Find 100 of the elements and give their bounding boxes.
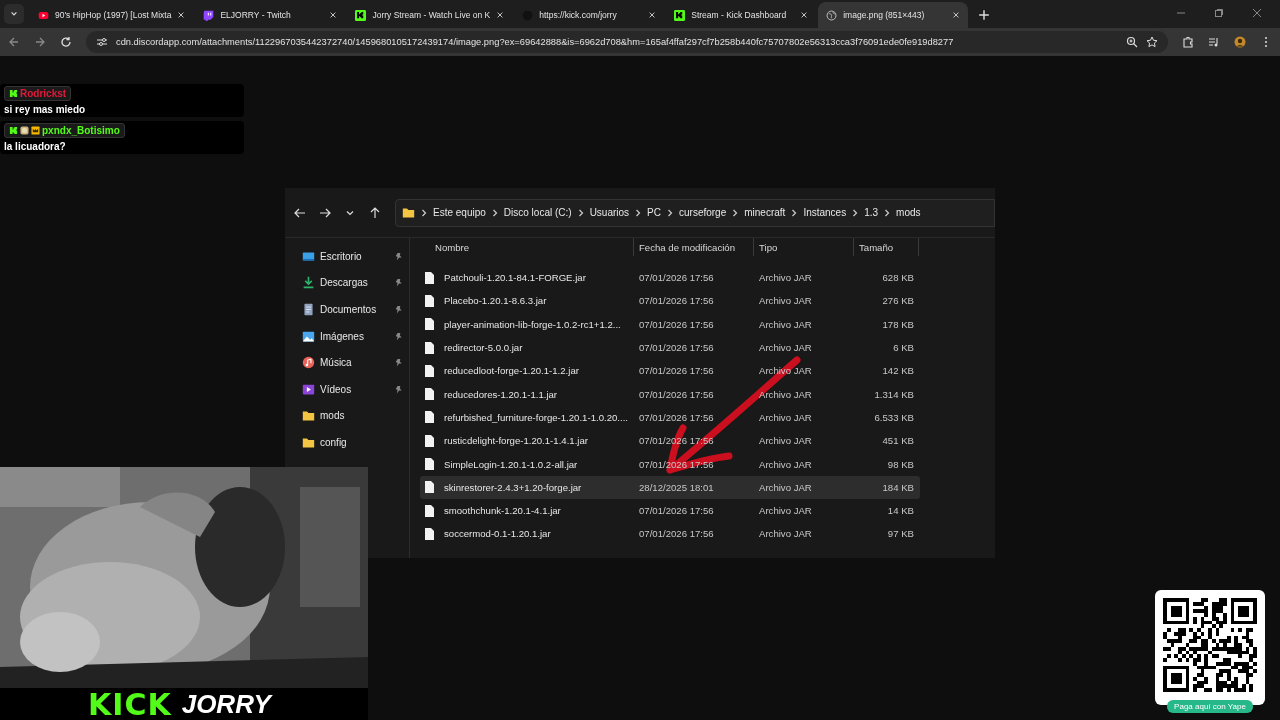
- table-cell-text: 07/01/2026 17:56: [638, 342, 715, 354]
- file-row[interactable]: Placebo-1.20.1-8.6.3.jar 07/01/2026 17:56 Archivo JAR 276 KB: [420, 289, 920, 313]
- table-cell-text: 184 KB: [881, 481, 915, 493]
- browser-tab[interactable]: Jorry Stream - Watch Live on K: [347, 2, 513, 28]
- sidebar-item[interactable]: Documentos: [285, 296, 409, 323]
- browser-tab[interactable]: ELJORRY - Twitch: [195, 2, 346, 28]
- url-text: cdn.discordapp.com/attachments/1122967035442372740/1459680105172439174/image.png?ex=69642888&is=6962d708&hm=165af4ffaf297cf7b258b440fc75707802e56313cca3f76091ede0fe919d8277: [116, 37, 955, 47]
- close-icon[interactable]: [800, 11, 809, 19]
- table-cell-text: 07/01/2026 17:56: [638, 388, 715, 400]
- file-icon: [425, 504, 434, 517]
- file-row[interactable]: refurbished_furniture-forge-1.20.1-1.0.20.... 07/01/2026 17:56 Archivo JAR 6.533 KB: [420, 405, 920, 430]
- file-row[interactable]: soccermod-0.1-1.20.1.jar 07/01/2026 17:56 Archivo JAR 97 KB: [420, 522, 920, 546]
- close-icon[interactable]: [952, 11, 961, 19]
- table-cell-text: Archivo JAR: [758, 481, 813, 493]
- desktop-icon: [302, 249, 315, 263]
- back-icon[interactable]: [8, 36, 20, 48]
- browser-tab[interactable]: Stream - Kick Dashboard: [666, 2, 817, 28]
- globe-icon: [826, 9, 838, 21]
- file-name: reducedores-1.20.1-1.1.jar: [443, 388, 558, 400]
- message-text: la licuadora?: [4, 141, 66, 152]
- browser-tab[interactable]: 90's HipHop (1997) [Lost Mixta: [30, 2, 194, 28]
- site-settings-icon[interactable]: [96, 36, 108, 48]
- breadcrumb-item[interactable]: Disco local (C:): [503, 207, 572, 218]
- extensions-icon[interactable]: [1182, 36, 1194, 48]
- table-cell-text: 451 KB: [881, 435, 915, 447]
- twitch-icon: [203, 9, 215, 21]
- close-icon[interactable]: [329, 11, 338, 19]
- breadcrumb-item[interactable]: Instances: [803, 207, 847, 218]
- sidebar-item[interactable]: Vídeos: [285, 375, 409, 403]
- breadcrumb-item[interactable]: mods: [896, 207, 921, 218]
- breadcrumb-item[interactable]: 1.3: [864, 207, 879, 218]
- table-cell-text: 07/01/2026 17:56: [638, 528, 715, 540]
- file-row[interactable]: redirector-5.0.0.jar 07/01/2026 17:56 Archivo JAR 6 KB: [420, 335, 920, 360]
- close-icon[interactable]: [1252, 8, 1262, 18]
- brand-logo: KICK: [88, 686, 172, 720]
- file-name: skinrestorer-2.4.3+1.20-forge.jar: [443, 481, 582, 493]
- breadcrumb-item[interactable]: PC: [647, 207, 661, 218]
- table-cell-text: 276 KB: [881, 295, 915, 307]
- file-icon: [425, 341, 434, 354]
- file-row[interactable]: skinrestorer-2.4.3+1.20-forge.jar 28/12/2025 18:01 Archivo JAR 184 KB: [420, 475, 920, 499]
- kick-icon: [355, 9, 367, 21]
- address-field[interactable]: Este equipo Disco local (C:) Usuarios PC curseforge minecraft Instances 1.3 mods: [395, 198, 995, 227]
- close-icon[interactable]: [496, 11, 505, 19]
- column-header[interactable]: Fecha de modificación: [634, 238, 754, 256]
- forward-icon[interactable]: [34, 36, 46, 48]
- file-name: player-animation-lib-forge-1.0.2-rc1+1.2...: [443, 318, 621, 330]
- media-icon[interactable]: [1208, 36, 1220, 48]
- column-header[interactable]: Tipo: [754, 238, 854, 256]
- table-cell-text: 1.314 KB: [873, 388, 915, 400]
- breadcrumb-item[interactable]: curseforge: [679, 207, 727, 218]
- table-cell-text: Archivo JAR: [758, 295, 813, 307]
- close-icon[interactable]: [177, 11, 186, 19]
- sidebar-item[interactable]: Descargas: [285, 269, 409, 297]
- file-icon: [425, 318, 434, 331]
- table-cell-text: 97 KB: [886, 528, 915, 540]
- file-name: reducedloot-forge-1.20.1-1.2.jar: [443, 365, 579, 377]
- tab-search-button[interactable]: [4, 4, 24, 24]
- file-icon: [425, 294, 434, 307]
- reload-icon[interactable]: [60, 36, 72, 48]
- message-text: si rey mas miedo: [4, 104, 86, 115]
- avatar-icon[interactable]: [1234, 36, 1246, 48]
- username: pxndx_Botisimo: [42, 125, 120, 136]
- star-icon[interactable]: [1146, 36, 1158, 48]
- file-name: Placebo-1.20.1-8.6.3.jar: [443, 295, 547, 307]
- column-header[interactable]: Nombre: [420, 238, 634, 256]
- browser-tab[interactable]: image.png (851×443): [818, 2, 969, 28]
- sidebar-item[interactable]: Escritorio: [285, 243, 409, 270]
- address-bar[interactable]: cdn.discordapp.com/attachments/1122967035442372740/1459680105172439174/image.png?ex=69642888&is=6962d708&hm=165af4ffaf297cf7b258b440fc75707802e56313cca3f76091ede0fe919d8277: [86, 31, 1168, 53]
- file-name: soccermod-0.1-1.20.1.jar: [443, 528, 551, 540]
- file-row[interactable]: player-animation-lib-forge-1.0.2-rc1+1.2... 07/01/2026 17:56 Archivo JAR 178 KB: [420, 312, 920, 336]
- folder-icon: [302, 409, 315, 423]
- table-cell-text: 07/01/2026 17:56: [638, 505, 715, 517]
- table-cell-text: 98 KB: [886, 458, 915, 470]
- zoom-icon[interactable]: [1126, 36, 1138, 48]
- restore-icon[interactable]: [1214, 8, 1224, 18]
- close-icon[interactable]: [648, 11, 657, 19]
- new-tab-icon[interactable]: [978, 9, 991, 21]
- breadcrumb-item[interactable]: minecraft: [744, 207, 786, 218]
- file-row[interactable]: Patchouli-1.20.1-84.1-FORGE.jar 07/01/2026 17:56 Archivo JAR 628 KB: [420, 266, 920, 290]
- column-header[interactable]: Tamaño: [854, 238, 919, 256]
- breadcrumb-item[interactable]: Este equipo: [433, 207, 486, 218]
- sidebar-item[interactable]: config: [285, 429, 409, 456]
- chevron-icon: [791, 208, 798, 217]
- video-icon: [302, 382, 315, 396]
- sidebar-item[interactable]: Imágenes: [285, 322, 409, 350]
- kick-badge-icon: [9, 89, 18, 98]
- file-icon: [425, 527, 434, 540]
- file-name: SimpleLogin-1.20.1-1.0.2-all.jar: [443, 458, 578, 470]
- breadcrumb-item[interactable]: Usuarios: [589, 207, 630, 218]
- kick-icon: [674, 9, 686, 21]
- browser-tab[interactable]: https://kick.com/jorry: [514, 2, 665, 28]
- file-row[interactable]: smoothchunk-1.20.1-4.1.jar 07/01/2026 17:56 Archivo JAR 14 KB: [420, 498, 920, 523]
- crown-badge-icon: [31, 126, 40, 135]
- sidebar-item[interactable]: Música: [285, 349, 409, 376]
- chevron-icon: [667, 208, 673, 217]
- table-cell-text: 07/01/2026 17:56: [638, 295, 715, 307]
- emote-badge-icon: [20, 126, 29, 135]
- sidebar-item[interactable]: mods: [285, 402, 409, 430]
- chevron-icon: [732, 208, 739, 217]
- download-icon: [302, 276, 315, 290]
